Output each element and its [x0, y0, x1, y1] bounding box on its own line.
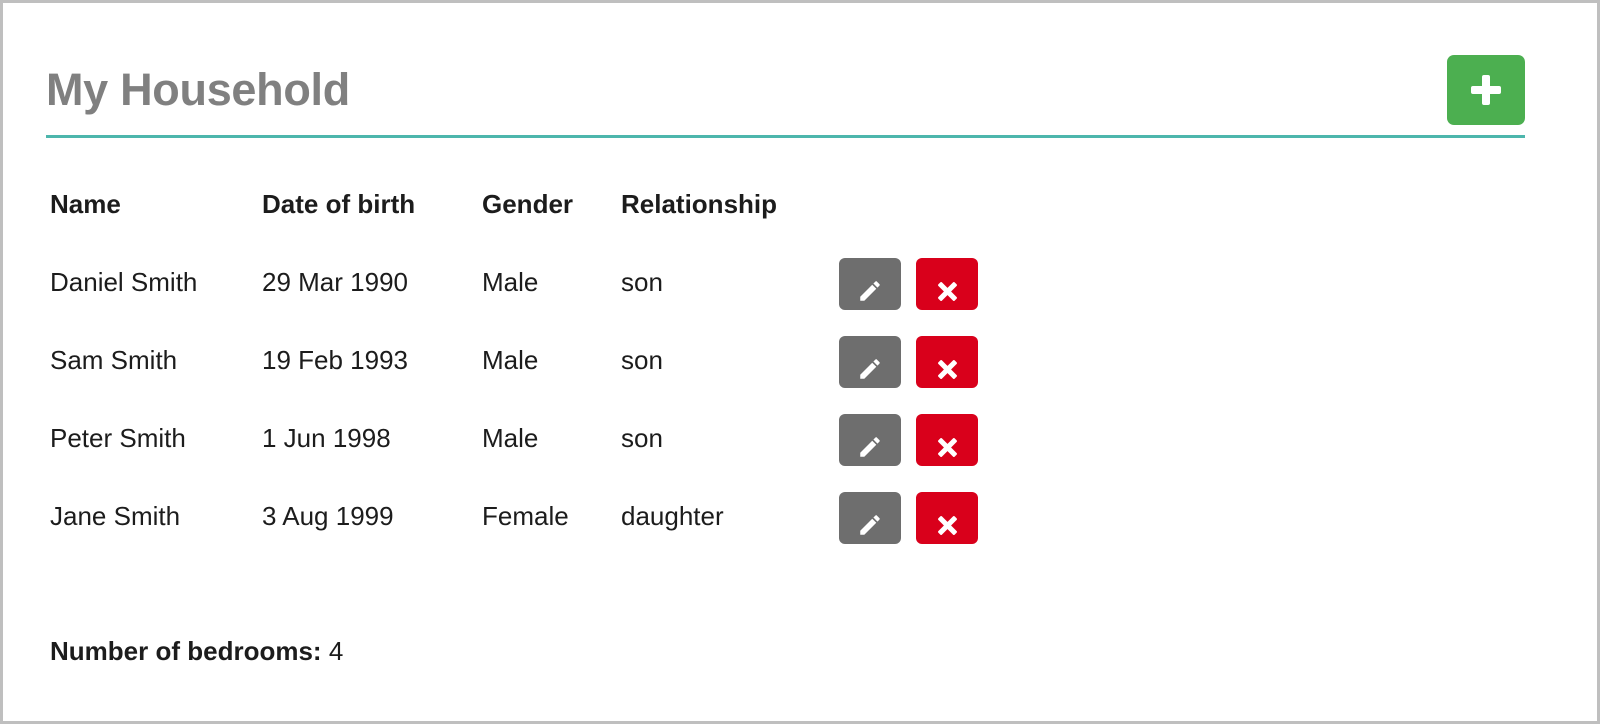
delete-member-button[interactable] [916, 492, 979, 545]
title-divider [46, 135, 1525, 138]
pencil-icon [860, 280, 880, 301]
table-row: Peter Smith 1 Jun 1998 Male son [50, 399, 1009, 477]
cell-actions [839, 399, 1009, 477]
table-row: Sam Smith 19 Feb 1993 Male son [50, 321, 1009, 399]
bedrooms-label: Number of bedrooms: [50, 636, 322, 666]
cell-gender: Male [482, 267, 539, 297]
cell-relationship: son [621, 345, 663, 375]
cell-actions [839, 321, 1009, 399]
close-icon [934, 434, 960, 460]
delete-member-button[interactable] [916, 336, 979, 389]
bedrooms-value: 4 [328, 636, 344, 666]
pencil-icon [860, 514, 880, 535]
cell-date-of-birth: 19 Feb 1993 [262, 345, 409, 375]
table-row: Daniel Smith 29 Mar 1990 Male son [50, 243, 1009, 321]
delete-member-button[interactable] [916, 414, 979, 467]
cell-actions [839, 477, 1009, 555]
column-header-date-of-birth: Date of birth [262, 189, 416, 219]
cell-name: Peter Smith [50, 423, 186, 453]
close-icon [934, 512, 960, 538]
edit-member-button[interactable] [839, 336, 901, 389]
table-body: Daniel Smith 29 Mar 1990 Male son Sam Sm… [50, 243, 1009, 555]
table-row: Jane Smith 3 Aug 1999 Female daughter [50, 477, 1009, 555]
cell-gender: Female [482, 501, 569, 531]
table-header: Name Date of birth Gender Relationship [50, 173, 1009, 243]
edit-member-button[interactable] [839, 492, 901, 545]
add-household-member-button[interactable] [1447, 55, 1525, 125]
household-panel: My Household Name Date of birth Gender R… [46, 3, 1525, 721]
edit-member-button[interactable] [839, 258, 901, 311]
close-icon [934, 278, 960, 304]
cell-name: Daniel Smith [50, 267, 198, 297]
cell-date-of-birth: 1 Jun 1998 [262, 423, 391, 453]
column-header-gender: Gender [482, 189, 574, 219]
cell-relationship: son [621, 423, 663, 453]
pencil-icon [860, 436, 880, 457]
column-header-actions [839, 173, 1009, 243]
cell-date-of-birth: 3 Aug 1999 [262, 501, 394, 531]
column-header-relationship: Relationship [621, 189, 778, 219]
column-header-name: Name [50, 189, 121, 219]
plus-icon [1471, 75, 1501, 105]
table-header-row: Name Date of birth Gender Relationship [50, 173, 1009, 243]
close-icon [934, 356, 960, 382]
cell-date-of-birth: 29 Mar 1990 [262, 267, 408, 297]
pencil-icon [860, 358, 880, 379]
cell-actions [839, 243, 1009, 321]
cell-gender: Male [482, 345, 539, 375]
cell-relationship: daughter [621, 501, 724, 531]
edit-member-button[interactable] [839, 414, 901, 467]
delete-member-button[interactable] [916, 258, 979, 311]
bedrooms-summary: Number of bedrooms: 4 [50, 636, 343, 667]
page-frame: My Household Name Date of birth Gender R… [0, 0, 1600, 724]
page-title: My Household [46, 64, 350, 115]
household-members-table: Name Date of birth Gender Relationship D… [50, 173, 1009, 555]
cell-name: Sam Smith [50, 345, 178, 375]
panel-header: My Household [46, 55, 1525, 137]
cell-gender: Male [482, 423, 539, 453]
cell-name: Jane Smith [50, 501, 181, 531]
cell-relationship: son [621, 267, 663, 297]
